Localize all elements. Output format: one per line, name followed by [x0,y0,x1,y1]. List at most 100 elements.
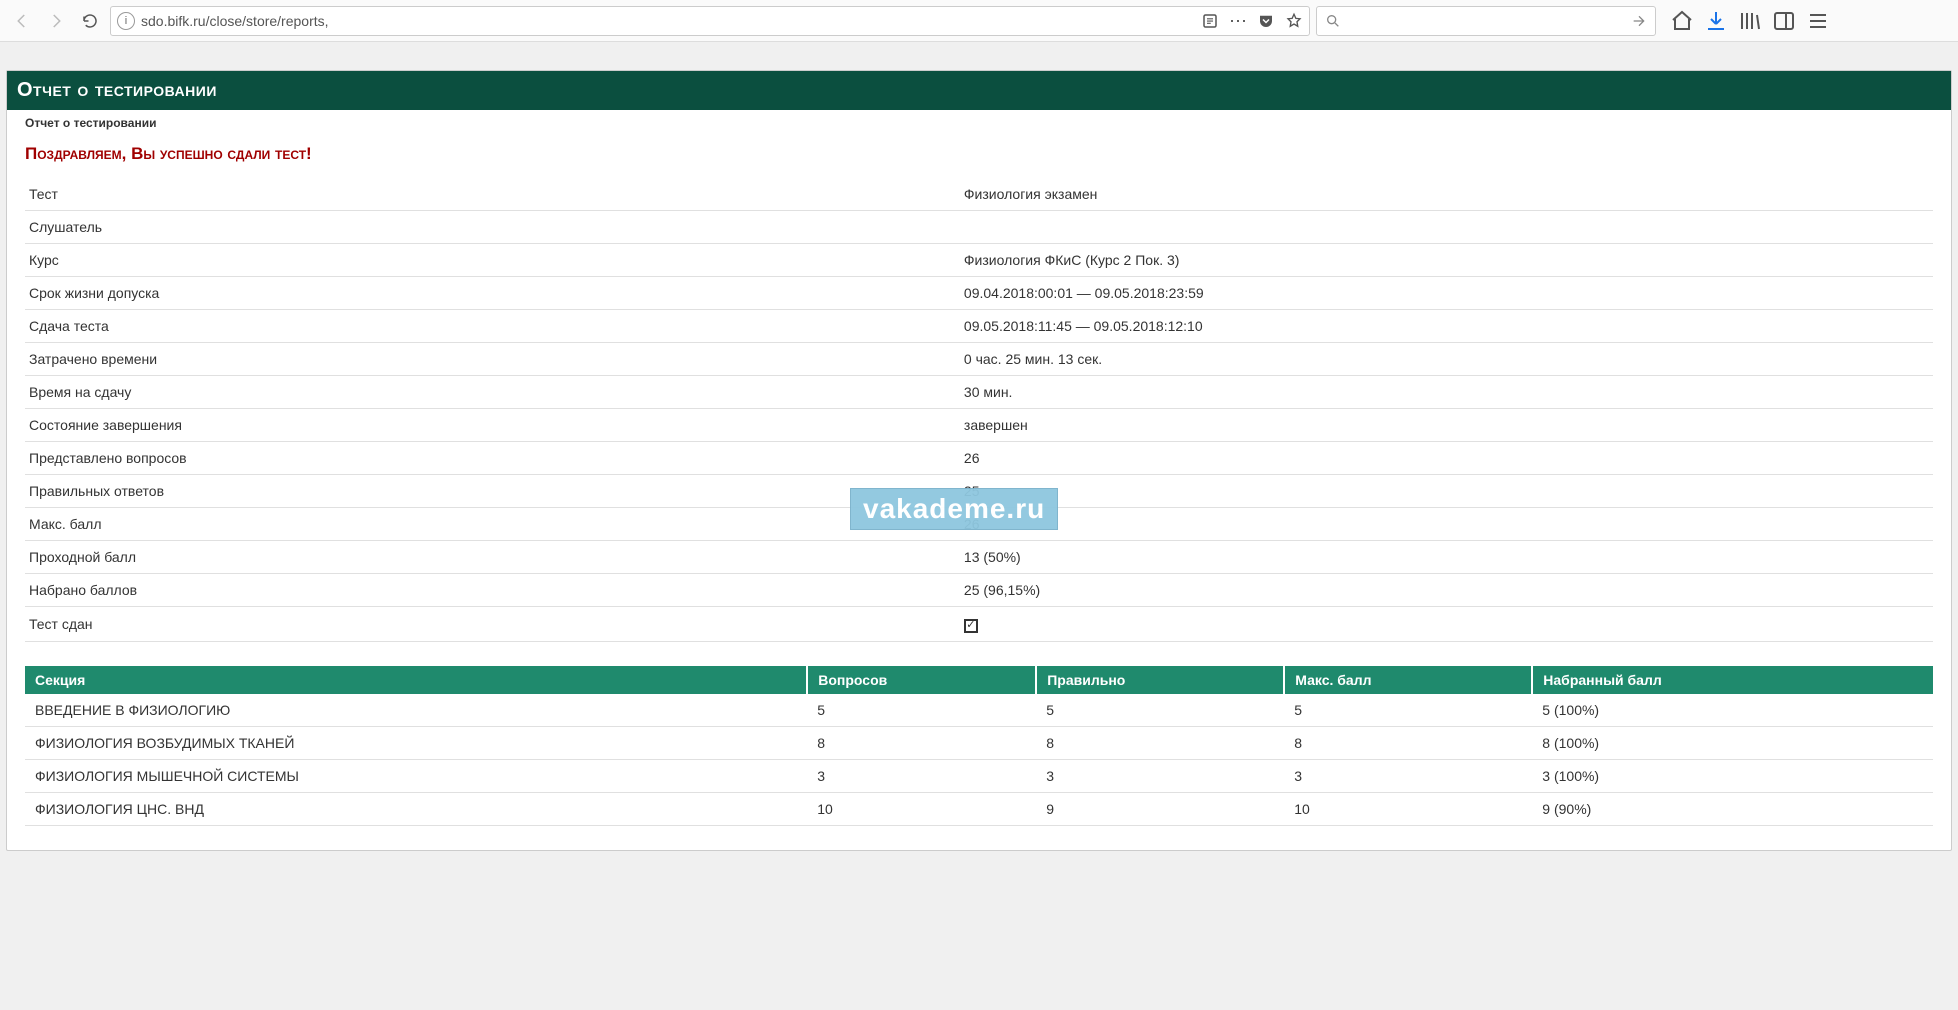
toolbar-right-icons [1670,9,1830,33]
section-cell: ФИЗИОЛОГИЯ МЫШЕЧНОЙ СИСТЕМЫ [25,759,807,792]
section-cell: ВВЕДЕНИЕ В ФИЗИОЛОГИЮ [25,694,807,727]
home-button[interactable] [1670,9,1694,33]
breadcrumb: Отчет о тестировании [7,110,1951,134]
detail-row: Срок жизни допуска09.04.2018:00:01 — 09.… [25,277,1933,310]
arrow-right-icon [47,12,65,30]
detail-label: Время на сдачу [25,376,960,409]
detail-label: Представлено вопросов [25,442,960,475]
reload-icon [81,12,99,30]
section-cell: 5 [1036,694,1284,727]
section-header: Макс. балл [1284,666,1532,694]
detail-value: 26 [960,442,1933,475]
section-cell: 5 (100%) [1532,694,1933,727]
back-button[interactable] [8,7,36,35]
page-title: Отчет о тестировании [7,71,1951,110]
detail-row: Время на сдачу30 мин. [25,376,1933,409]
section-cell: 3 [1036,759,1284,792]
detail-row: КурсФизиология ФКиС (Курс 2 Пок. 3) [25,244,1933,277]
section-cell: 5 [807,694,1036,727]
detail-row: Сдача теста09.05.2018:11:45 — 09.05.2018… [25,310,1933,343]
detail-label: Затрачено времени [25,343,960,376]
detail-row: Представлено вопросов26 [25,442,1933,475]
congrats-message: Поздравляем, Вы успешно сдали тест! [7,134,1951,178]
section-cell: ФИЗИОЛОГИЯ ВОЗБУДИМЫХ ТКАНЕЙ [25,726,807,759]
section-cell: 8 [807,726,1036,759]
section-cell: 9 [1036,792,1284,825]
section-cell: 10 [807,792,1036,825]
report-card: Отчет о тестировании Отчет о тестировани… [6,70,1952,851]
browser-toolbar: i sdo.bifk.ru/close/store/reports, ⋯ [0,0,1958,42]
section-cell: 10 [1284,792,1532,825]
section-cell: 3 [807,759,1036,792]
detail-value: 30 мин. [960,376,1933,409]
bookmark-star-icon[interactable] [1285,12,1303,30]
detail-label: Проходной балл [25,541,960,574]
section-cell: 5 [1284,694,1532,727]
menu-button[interactable] [1806,9,1830,33]
search-icon [1325,13,1341,29]
detail-row: Набрано баллов25 (96,15%) [25,574,1933,607]
page-actions-icon[interactable]: ⋯ [1229,12,1247,30]
detail-label: Тест сдан [25,607,960,642]
arrow-left-icon [13,12,31,30]
detail-label: Курс [25,244,960,277]
section-cell: 3 (100%) [1532,759,1933,792]
forward-button[interactable] [42,7,70,35]
section-cell: 9 (90%) [1532,792,1933,825]
detail-value: 26 [960,508,1933,541]
detail-row: Состояние завершениязавершен [25,409,1933,442]
section-row: ФИЗИОЛОГИЯ МЫШЕЧНОЙ СИСТЕМЫ3333 (100%) [25,759,1933,792]
watermark: vakademe.ru [850,488,1058,530]
detail-value: 09.04.2018:00:01 — 09.05.2018:23:59 [960,277,1933,310]
detail-label: Тест [25,178,960,211]
detail-value: 25 [960,475,1933,508]
reader-mode-icon[interactable] [1201,12,1219,30]
url-text: sdo.bifk.ru/close/store/reports, [141,13,1195,29]
url-bar[interactable]: i sdo.bifk.ru/close/store/reports, ⋯ [110,6,1310,36]
detail-row: ТестФизиология экзамен [25,178,1933,211]
section-row: ФИЗИОЛОГИЯ ЦНС. ВНД109109 (90%) [25,792,1933,825]
section-cell: 8 (100%) [1532,726,1933,759]
detail-label: Правильных ответов [25,475,960,508]
sections-table: СекцияВопросовПравильноМакс. баллНабранн… [25,666,1933,826]
section-cell: 8 [1284,726,1532,759]
page-wrap: Отчет о тестировании Отчет о тестировани… [0,42,1958,857]
pocket-icon[interactable] [1257,12,1275,30]
checkmark-icon: ✓ [964,619,978,633]
section-header: Набранный балл [1532,666,1933,694]
detail-value: ✓ [960,607,1933,642]
section-row: ВВЕДЕНИЕ В ФИЗИОЛОГИЮ5555 (100%) [25,694,1933,727]
site-info-icon[interactable]: i [117,12,135,30]
detail-value: 25 (96,15%) [960,574,1933,607]
search-bar[interactable] [1316,6,1656,36]
detail-row: Тест сдан ✓ [25,607,1933,642]
detail-label: Макс. балл [25,508,960,541]
section-header: Секция [25,666,807,694]
section-cell: ФИЗИОЛОГИЯ ЦНС. ВНД [25,792,807,825]
detail-value: Физиология ФКиС (Курс 2 Пок. 3) [960,244,1933,277]
reload-button[interactable] [76,7,104,35]
detail-label: Слушатель [25,211,960,244]
section-cell: 8 [1036,726,1284,759]
detail-value: 0 час. 25 мин. 13 сек. [960,343,1933,376]
details-table: ТестФизиология экзаменСлушательКурсФизио… [25,178,1933,642]
detail-value [960,211,1933,244]
detail-value: 09.05.2018:11:45 — 09.05.2018:12:10 [960,310,1933,343]
section-row: ФИЗИОЛОГИЯ ВОЗБУДИМЫХ ТКАНЕЙ8888 (100%) [25,726,1933,759]
detail-value: завершен [960,409,1933,442]
detail-label: Сдача теста [25,310,960,343]
library-button[interactable] [1738,9,1762,33]
downloads-button[interactable] [1704,9,1728,33]
detail-row: Затрачено времени0 час. 25 мин. 13 сек. [25,343,1933,376]
detail-label: Срок жизни допуска [25,277,960,310]
section-cell: 3 [1284,759,1532,792]
section-header: Правильно [1036,666,1284,694]
detail-row: Проходной балл13 (50%) [25,541,1933,574]
detail-label: Состояние завершения [25,409,960,442]
search-go-icon[interactable] [1631,13,1647,29]
detail-label: Набрано баллов [25,574,960,607]
sidebar-button[interactable] [1772,9,1796,33]
detail-row: Слушатель [25,211,1933,244]
detail-value: Физиология экзамен [960,178,1933,211]
section-header: Вопросов [807,666,1036,694]
